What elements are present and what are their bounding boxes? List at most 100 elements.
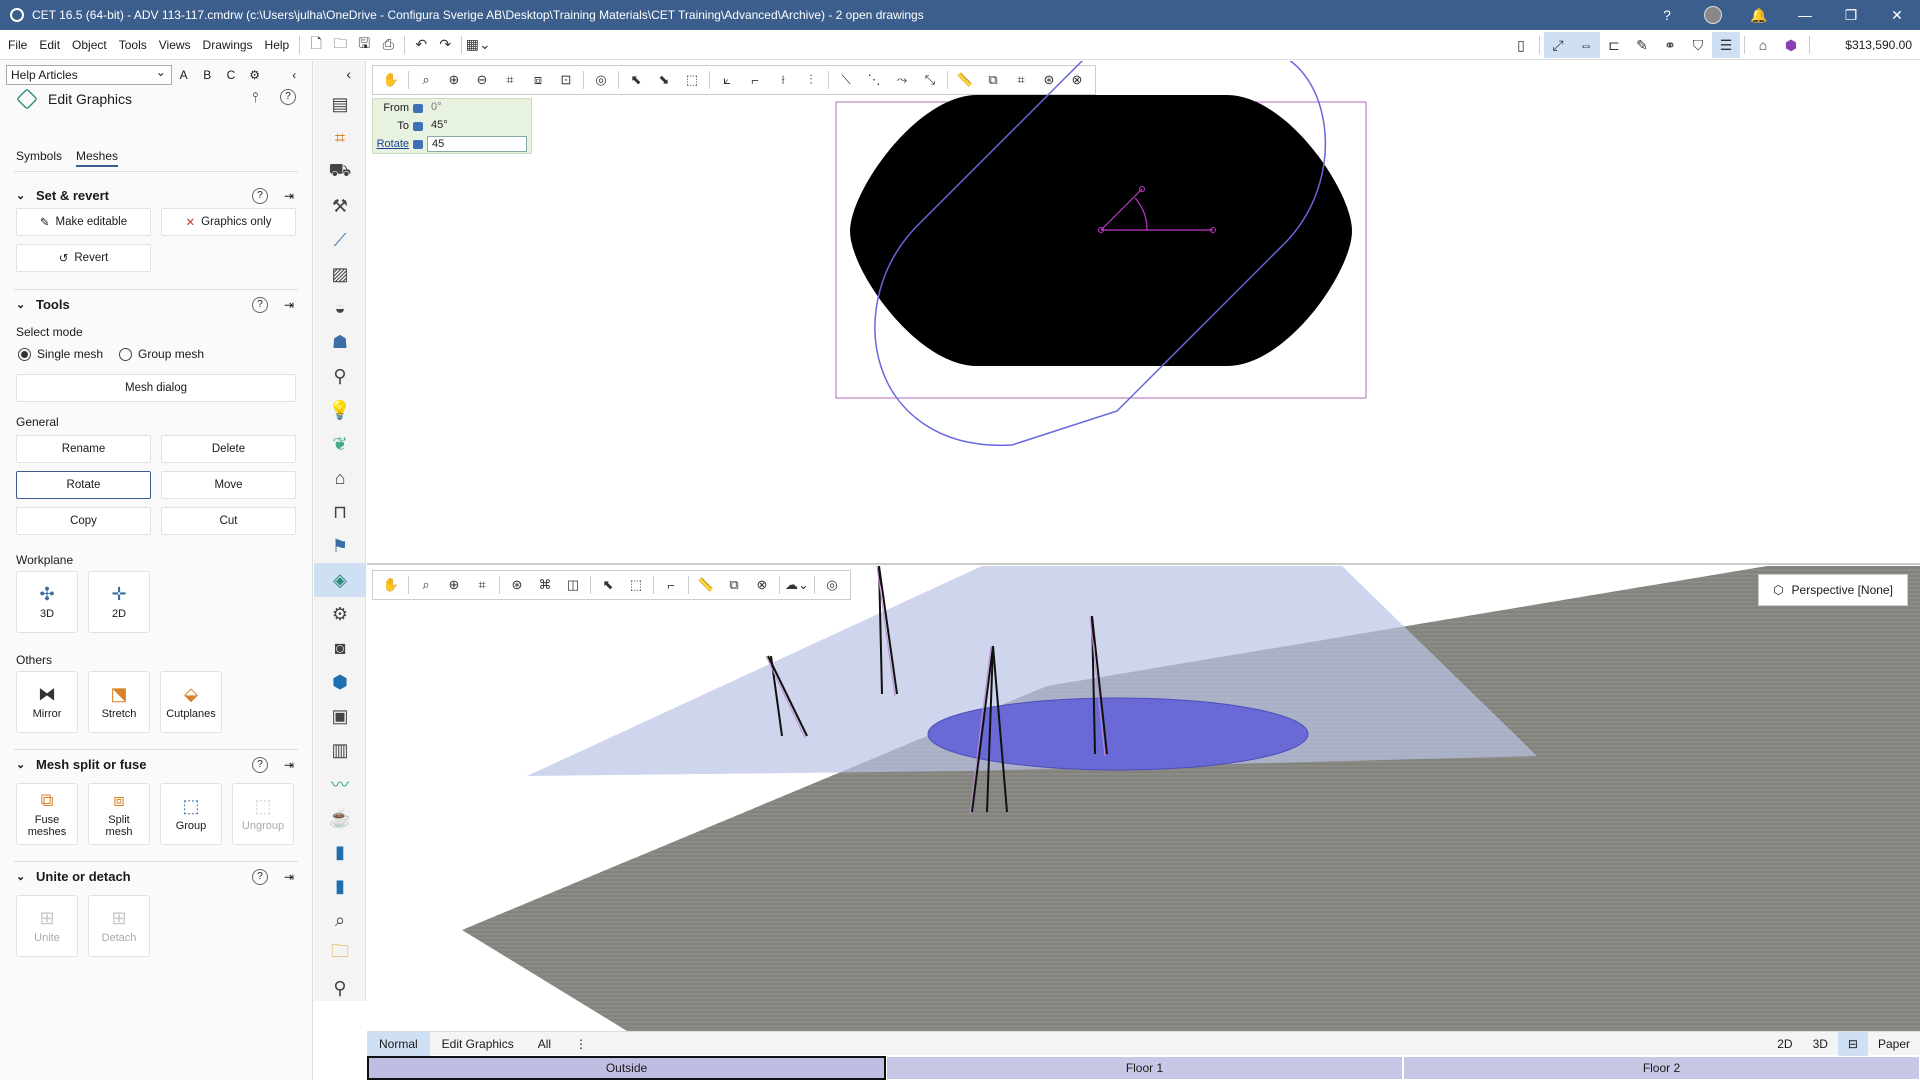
- export-icon[interactable]: ⇥: [284, 298, 294, 312]
- move-button[interactable]: Move: [161, 471, 296, 499]
- section-tools[interactable]: ⌄ Tools ? ⇥: [16, 296, 298, 313]
- lightbulb-icon[interactable]: 💡: [314, 393, 366, 427]
- stairs-icon[interactable]: ⟋: [314, 223, 366, 257]
- zoom-icon[interactable]: ⌕: [412, 67, 440, 93]
- settings-icon[interactable]: ⚙: [243, 68, 267, 82]
- close-button[interactable]: ✕: [1874, 0, 1920, 30]
- zoom-window-icon[interactable]: ⧈: [524, 67, 552, 93]
- book-icon[interactable]: ▯: [1507, 32, 1535, 58]
- letter-b-button[interactable]: B: [195, 68, 219, 82]
- menu-views[interactable]: Views: [153, 38, 197, 52]
- group-mesh-label[interactable]: Group mesh: [138, 347, 204, 361]
- menu-file[interactable]: File: [2, 38, 33, 52]
- view-3d-button[interactable]: 3D: [1803, 1032, 1838, 1056]
- line-icon[interactable]: ⟍: [832, 67, 860, 93]
- folder-icon[interactable]: 🗀: [314, 937, 366, 971]
- perspective-button[interactable]: ⬡ Perspective [None]: [1758, 574, 1908, 606]
- ruler-icon[interactable]: 📏: [692, 572, 720, 598]
- material-icon[interactable]: ◒: [314, 291, 366, 325]
- select-icon[interactable]: ⬉: [622, 67, 650, 93]
- scene-canvas[interactable]: [367, 566, 1920, 1031]
- pan-hand-icon[interactable]: ✋: [377, 572, 405, 598]
- help-articles-select[interactable]: Help Articles: [6, 65, 172, 85]
- save-icon[interactable]: 🖫: [352, 33, 376, 57]
- people-icon[interactable]: ☗: [314, 325, 366, 359]
- book-blue-icon[interactable]: ▮: [314, 835, 366, 869]
- seat-icon[interactable]: ⊓: [314, 495, 366, 529]
- export-icon[interactable]: ⇥: [284, 758, 294, 772]
- arc-icon[interactable]: ⤳: [888, 67, 916, 93]
- minimize-button[interactable]: —: [1782, 0, 1828, 30]
- tab-edit-graphics[interactable]: Edit Graphics: [430, 1032, 526, 1056]
- detach-button[interactable]: ⊞ Detach: [88, 895, 150, 957]
- menu-help[interactable]: Help: [259, 38, 296, 52]
- make-editable-button[interactable]: ✎ Make editable: [16, 208, 151, 236]
- select-box-icon[interactable]: ⬚: [678, 67, 706, 93]
- workplane-2d-button[interactable]: ✛ 2D: [88, 571, 150, 633]
- align-icon[interactable]: ⊏: [1600, 32, 1628, 58]
- rotate-label[interactable]: Rotate: [373, 138, 413, 150]
- connector-icon[interactable]: ⚙: [314, 597, 366, 631]
- share-icon[interactable]: ⚭: [1656, 32, 1684, 58]
- lock-icon[interactable]: [413, 121, 423, 131]
- cup-icon[interactable]: ☕: [314, 801, 366, 835]
- graph-icon[interactable]: 〰: [314, 767, 366, 801]
- revert-button[interactable]: ↺ Revert: [16, 244, 151, 272]
- crop-icon[interactable]: ⌗: [1007, 67, 1035, 93]
- orbit-icon[interactable]: ⊛: [503, 572, 531, 598]
- lock-icon[interactable]: [413, 139, 423, 149]
- delete-button[interactable]: Delete: [161, 435, 296, 463]
- section-unite-detach[interactable]: ⌄ Unite or detach ? ⇥: [16, 868, 298, 885]
- account-button[interactable]: [1690, 0, 1736, 30]
- zoom-out-icon[interactable]: ⊖: [468, 67, 496, 93]
- dimension-icon[interactable]: ⌐: [657, 572, 685, 598]
- help-icon[interactable]: ?: [252, 296, 268, 313]
- mirror-snap-icon[interactable]: ⇔: [1572, 32, 1600, 58]
- select-box-icon[interactable]: ⬚: [622, 572, 650, 598]
- measure-icon[interactable]: ✎: [1628, 32, 1656, 58]
- target-icon[interactable]: ⊛: [1035, 67, 1063, 93]
- cutplanes-button[interactable]: ⬙ Cutplanes: [160, 671, 222, 733]
- flag-icon[interactable]: ⚑: [314, 529, 366, 563]
- cube-icon[interactable]: ⬢: [314, 665, 366, 699]
- from-value[interactable]: 0°: [427, 100, 531, 116]
- ungroup-button[interactable]: ⬚ Ungroup: [232, 783, 294, 845]
- paper-button[interactable]: Paper: [1868, 1032, 1920, 1056]
- plan-canvas[interactable]: [367, 61, 1920, 563]
- walls-icon[interactable]: ⌗: [314, 121, 366, 155]
- split-view-icon[interactable]: ⊟: [1837, 1032, 1868, 1056]
- help-icon[interactable]: ?: [280, 89, 296, 105]
- focus-icon[interactable]: ◎: [818, 572, 846, 598]
- unite-button[interactable]: ⊞ Unite: [16, 895, 78, 957]
- section-mesh-split-fuse[interactable]: ⌄ Mesh split or fuse ? ⇥: [16, 756, 298, 773]
- align-points-icon[interactable]: ⫶: [797, 67, 825, 93]
- group-mesh-radio[interactable]: [119, 347, 133, 361]
- stretch-button[interactable]: ⬔ Stretch: [88, 671, 150, 733]
- floor-outside[interactable]: Outside: [367, 1056, 886, 1080]
- select-add-icon[interactable]: ⬊: [650, 67, 678, 93]
- collapse-panel-icon[interactable]: ‹: [282, 68, 306, 82]
- focus-icon[interactable]: ◎: [587, 67, 615, 93]
- print-icon[interactable]: ⎙: [376, 33, 400, 57]
- menu-drawings[interactable]: Drawings: [197, 38, 259, 52]
- graphics-only-button[interactable]: ✕ Graphics only: [161, 208, 296, 236]
- sliders-icon[interactable]: ⫯: [252, 89, 258, 106]
- pattern-icon[interactable]: ▨: [314, 257, 366, 291]
- furniture-icon[interactable]: ⛟: [314, 155, 366, 189]
- search-icon[interactable]: ⚲: [314, 971, 366, 1005]
- floor-2[interactable]: Floor 2: [1403, 1056, 1920, 1080]
- fuse-meshes-button[interactable]: ⧉ Fuse meshes: [16, 783, 78, 845]
- export-icon[interactable]: ⇥: [284, 870, 294, 884]
- menu-edit[interactable]: Edit: [33, 38, 66, 52]
- export-icon[interactable]: ⇥: [284, 189, 294, 203]
- single-mesh-radio[interactable]: [18, 347, 31, 361]
- view-3d[interactable]: ✋ ⌕ ⊕ ⌗ ⊛ ⌘ ◫ ⬉ ⬚ ⌐ 📏 ⧉ ⊗ ☁⌄ ◎ ⬡ Perspec…: [367, 566, 1920, 1031]
- edit-points-icon[interactable]: ⟊: [769, 67, 797, 93]
- plant-icon[interactable]: ❦: [314, 427, 366, 461]
- price-total[interactable]: $313,590.00: [1814, 38, 1920, 52]
- copy-button[interactable]: Copy: [16, 507, 151, 535]
- view-2d[interactable]: ✋ ⌕ ⊕ ⊖ ⌗ ⧈ ⊡ ◎ ⬉ ⬊ ⬚ ⟀ ⌐ ⟊ ⫶ ⟍ ⋱ ⤳ ⤡ 📏 …: [367, 61, 1920, 565]
- zoom-extents-icon[interactable]: ⌗: [468, 572, 496, 598]
- tab-meshes[interactable]: Meshes: [76, 149, 119, 167]
- floor-plan-icon[interactable]: ▤: [314, 87, 366, 121]
